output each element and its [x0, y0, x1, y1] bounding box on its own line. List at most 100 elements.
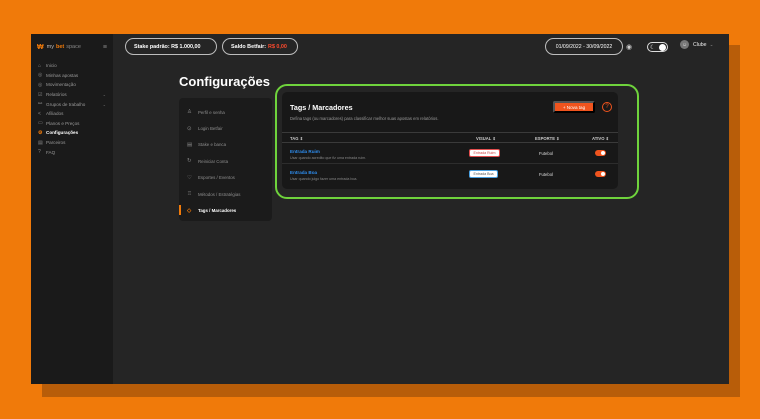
topbar: Stake padrão: R$ 1.000,00 Saldo Betfair:…	[113, 34, 729, 60]
card-icon: ▭	[38, 120, 43, 127]
chevron-down-icon: ⌄	[102, 92, 106, 98]
card-description: Defina tags (ou marcadores) para classif…	[290, 116, 439, 121]
sidebar-item-label: FAQ	[46, 149, 56, 155]
sidebar-item-planos[interactable]: ▭ Planos e Preços	[31, 119, 113, 129]
column-header-tag[interactable]: TAG ⇕	[290, 136, 303, 141]
tag-name-link[interactable]: Entrada Ruim	[290, 149, 320, 154]
eye-icon[interactable]: ◉	[626, 43, 632, 51]
saldo-value: R$ 0,00	[268, 43, 287, 50]
login-icon: ⊙	[187, 125, 192, 132]
settings-item-perfil[interactable]: ♙ Perfil e senha	[179, 104, 272, 120]
brand[interactable]: ₩ my bet space ≡	[31, 41, 113, 53]
help-circle-icon: ?	[38, 149, 41, 156]
settings-item-metodos[interactable]: ♖ Métodos / Estratégias	[179, 186, 272, 202]
sidebar-item-label: Afiliados	[46, 111, 64, 117]
sidebar-nav: ⌂ Inicio ◎ Minhas apostas ◎ Movimentação…	[31, 61, 113, 157]
sidebar-item-parceiros[interactable]: ▤ Parceiros	[31, 138, 113, 148]
sidebar-item-label: Minhas apostas	[46, 72, 79, 78]
theme-toggle[interactable]: ☾	[647, 42, 668, 52]
saldo-pill[interactable]: Saldo Betfair: R$ 0,00	[222, 38, 298, 55]
avatar: ☺	[680, 40, 689, 49]
settings-item-esportes[interactable]: ♡ Esportes / Eventos	[179, 170, 272, 186]
stake-pill[interactable]: Stake padrão: R$ 1.000,00	[125, 38, 217, 55]
date-range-picker[interactable]: 01/09/2022 - 30/09/2022	[545, 38, 623, 55]
sidebar-item-inicio[interactable]: ⌂ Inicio	[31, 61, 113, 71]
sidebar-item-label: Planos e Preços	[46, 120, 80, 126]
trophy-icon: ♡	[187, 174, 192, 181]
sidebar-item-label: Movimentação	[46, 82, 76, 88]
chevron-down-icon: ⌄	[102, 101, 106, 107]
sidebar-item-faq[interactable]: ? FAQ	[31, 147, 113, 157]
bank-icon: ▤	[187, 141, 193, 148]
settings-item-label: Esportes / Eventos	[198, 175, 235, 181]
settings-item-label: Reiniciar Conta	[198, 158, 229, 164]
report-icon: ☑	[38, 91, 43, 98]
gear-icon: ⚙	[38, 129, 43, 136]
group-icon: ⚯	[38, 101, 43, 108]
user-menu[interactable]: ☺ Clube ⌄	[680, 40, 713, 49]
settings-menu: ♙ Perfil e senha ⊙ Login Betfair ▤ Stake…	[179, 98, 272, 221]
tag-esporte: Futebol	[539, 172, 553, 177]
tag-esporte: Futebol	[539, 151, 553, 156]
page-title: Configurações	[179, 74, 271, 89]
sidebar-item-label: Relatórios	[46, 92, 67, 98]
home-icon: ⌂	[38, 62, 42, 69]
column-header-visual[interactable]: VISUAL ⇕	[476, 136, 496, 141]
settings-item-stake-banca[interactable]: ▤ Stake e banca	[179, 137, 272, 153]
sidebar-item-label: Parceiros	[46, 140, 66, 146]
toggle-knob	[601, 151, 605, 155]
column-header-ativo[interactable]: ATIVO ⇕	[592, 136, 609, 141]
refresh-icon: ↻	[187, 158, 192, 165]
sidebar-item-relatorios[interactable]: ☑ Relatórios ⌄	[31, 90, 113, 100]
active-toggle[interactable]	[595, 150, 606, 156]
tag-visual-badge: Entrada Ruim	[469, 149, 500, 157]
table-header: TAG ⇕ VISUAL ⇕ ESPORTE ⇕ ATIVO ⇕	[282, 132, 618, 143]
moon-icon: ☾	[650, 44, 656, 51]
stake-label: Stake padrão:	[134, 43, 170, 50]
new-tag-button[interactable]: + Nova tag	[553, 101, 595, 113]
tag-name-link[interactable]: Entrada Boa	[290, 170, 317, 175]
brand-part-2: bet	[55, 44, 65, 50]
help-icon[interactable]: ?	[602, 102, 612, 112]
sidebar-item-minhas-apostas[interactable]: ◎ Minhas apostas	[31, 71, 113, 81]
sidebar-item-grupos[interactable]: ⚯ Grupos de trabalho ⌄	[31, 99, 113, 109]
toggle-knob	[601, 172, 605, 176]
active-toggle[interactable]	[595, 171, 606, 177]
settings-item-label: Tags / Marcadores	[198, 208, 237, 214]
settings-item-label: Perfil e senha	[198, 109, 225, 115]
tag-visual-badge: Entrada Boa	[469, 170, 498, 178]
sidebar-item-label: Configurações	[46, 130, 79, 136]
settings-item-tags[interactable]: ◇ Tags / Marcadores	[179, 202, 272, 218]
strategy-icon: ♖	[187, 191, 192, 198]
chevron-down-icon: ⌄	[709, 41, 714, 47]
table-row: Entrada Ruim Usar quando acredito que fi…	[282, 144, 618, 164]
sidebar-item-movimentacao[interactable]: ◎ Movimentação	[31, 80, 113, 90]
brand-part-1: my	[46, 44, 54, 50]
toggle-knob	[659, 44, 666, 51]
logo-icon: ₩	[37, 43, 44, 51]
settings-item-label: Stake e banca	[198, 142, 227, 148]
settings-item-label: Métodos / Estratégias	[198, 191, 241, 197]
settings-item-login-betfair[interactable]: ⊙ Login Betfair	[179, 120, 272, 136]
sidebar-item-afiliados[interactable]: < Afiliados	[31, 109, 113, 119]
user-name: Clube	[693, 41, 707, 48]
column-header-esporte[interactable]: ESPORTE ⇕	[535, 136, 560, 141]
card-title: Tags / Marcadores	[290, 103, 353, 112]
app-window: ₩ my bet space ≡ ⌂ Inicio ◎ Minhas apost…	[31, 34, 729, 384]
partners-icon: ▤	[38, 139, 43, 146]
user-icon: ♙	[187, 109, 192, 116]
tags-card: Tags / Marcadores Defina tags (ou marcad…	[282, 92, 618, 189]
wallet-icon: ◎	[38, 81, 43, 88]
sidebar-item-configuracoes[interactable]: ⚙ Configurações	[31, 128, 113, 138]
sidebar-item-label: Grupos de trabalho	[46, 101, 86, 107]
sidebar: ₩ my bet space ≡ ⌂ Inicio ◎ Minhas apost…	[31, 34, 113, 384]
tag-description: Usar quando julgo fazer uma entrada boa.	[290, 177, 358, 181]
settings-item-label: Login Betfair	[198, 126, 223, 132]
share-icon: <	[38, 110, 41, 117]
bets-icon: ◎	[38, 72, 43, 79]
tag-icon: ◇	[187, 207, 192, 214]
settings-item-reiniciar[interactable]: ↻ Reiniciar Conta	[179, 153, 272, 169]
hamburger-menu-icon[interactable]: ≡	[103, 44, 107, 51]
sidebar-item-label: Inicio	[46, 63, 57, 69]
brand-part-3: space	[66, 44, 81, 50]
